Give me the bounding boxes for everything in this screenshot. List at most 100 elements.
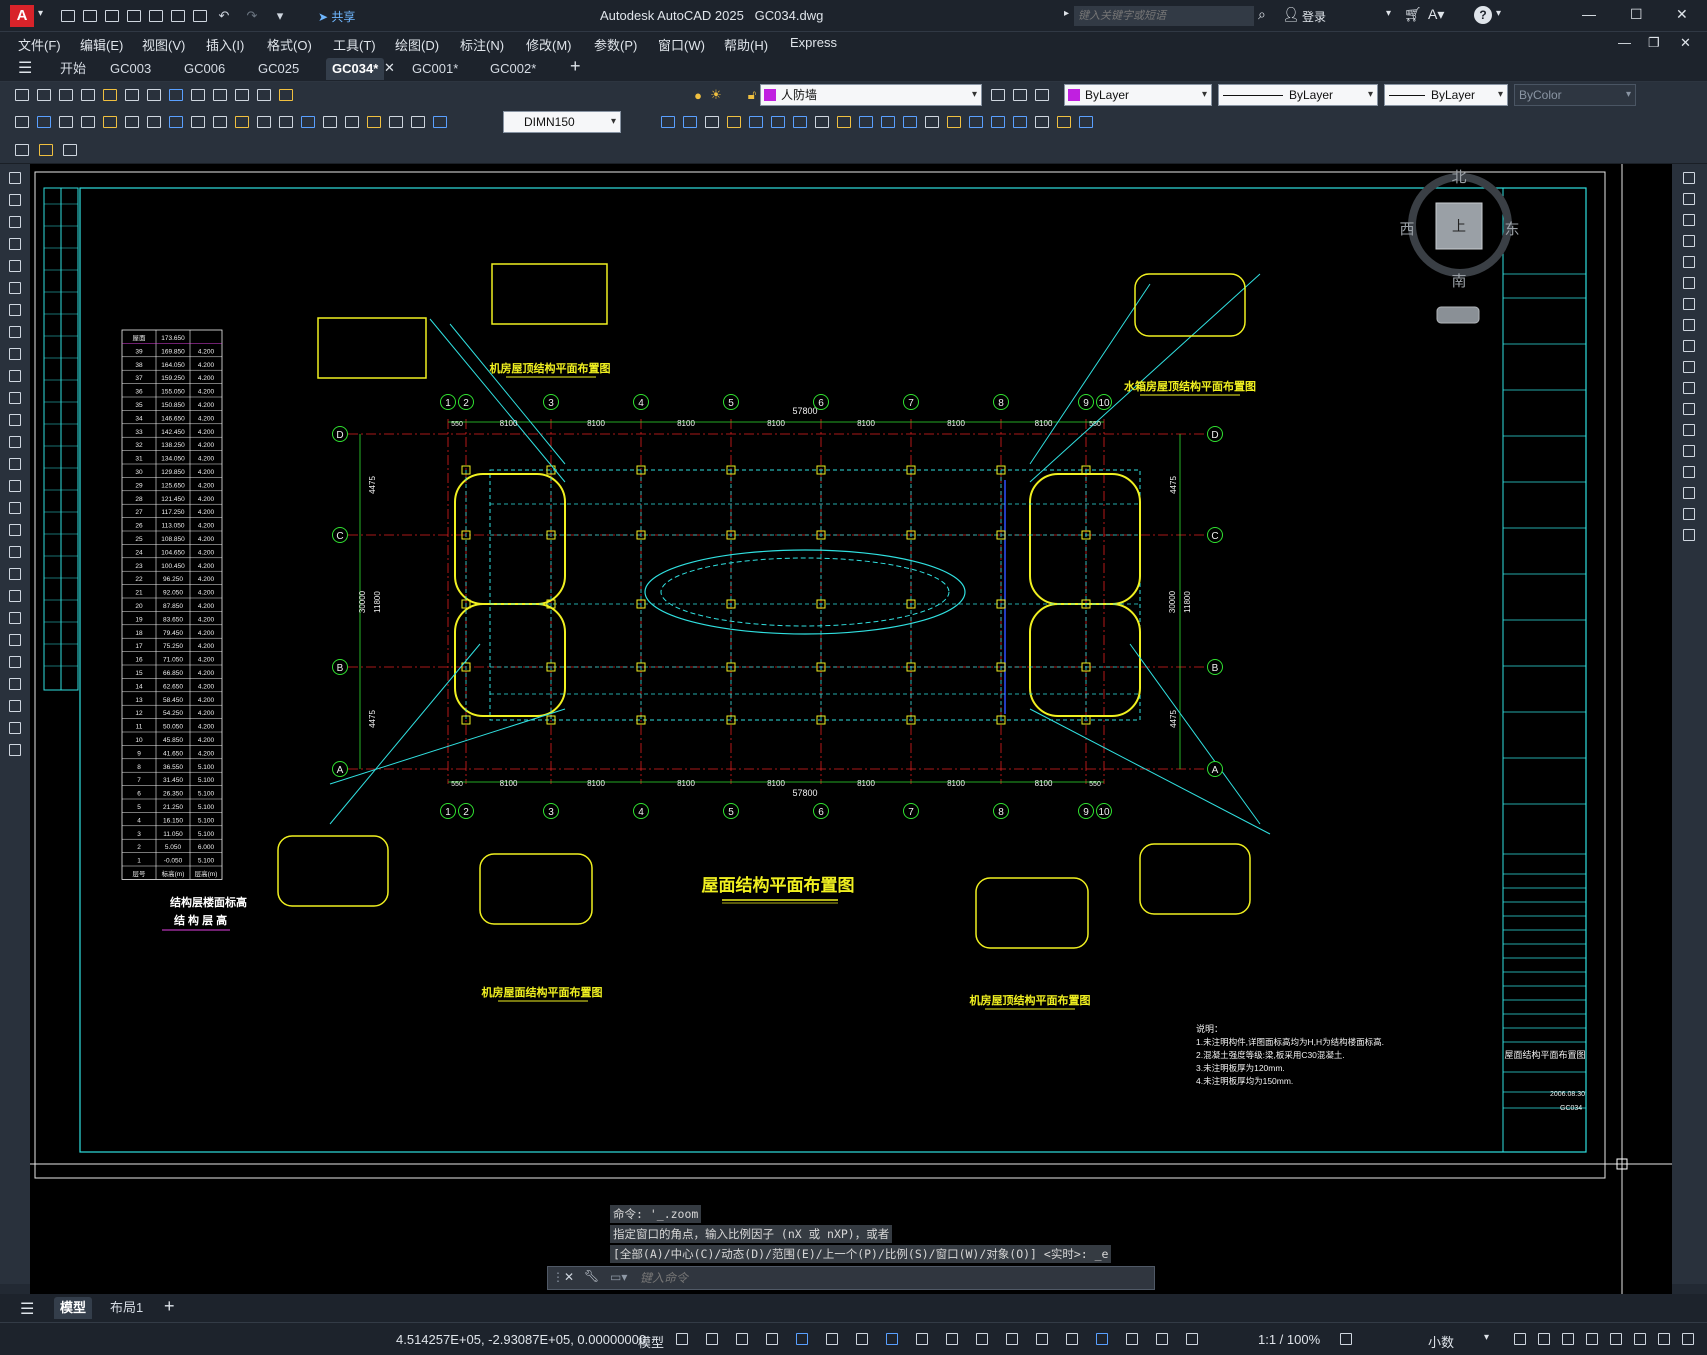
open-file-icon[interactable] <box>80 6 100 26</box>
grid-icon[interactable] <box>672 1329 692 1349</box>
modify-tool-icon-7[interactable] <box>1679 294 1699 314</box>
open-web-icon[interactable] <box>146 6 166 26</box>
layer-combo[interactable]: 人防墙 ▾ <box>760 84 982 106</box>
dimension-tool-icon-16[interactable] <box>342 112 362 132</box>
drawing-svg[interactable]: 屋面结构平面布置图 2006.08.30 GC034 屋面 173.65039 16… <box>30 164 1672 1294</box>
3d-osnap-icon[interactable] <box>1032 1329 1052 1349</box>
layer-state-icon[interactable] <box>1010 85 1030 105</box>
modify-tool-icon-4[interactable] <box>1679 231 1699 251</box>
dimension-tool-icon-18[interactable] <box>386 112 406 132</box>
menu-express[interactable]: Express <box>790 35 837 50</box>
command-input[interactable] <box>640 1268 1140 1288</box>
layer-bulb-icon[interactable]: ● <box>688 85 708 105</box>
modeling-tool-icon-14[interactable] <box>944 112 964 132</box>
modeling-tool-icon-5[interactable] <box>746 112 766 132</box>
draw-tool-icon-10[interactable] <box>5 366 25 386</box>
make-current-icon[interactable] <box>1032 85 1052 105</box>
modeling-tool-icon-19[interactable] <box>1054 112 1074 132</box>
dimension-tool-icon-17[interactable] <box>364 112 384 132</box>
tab-gc025[interactable]: GC025 <box>252 58 305 80</box>
dimension-tool-icon-3[interactable] <box>56 112 76 132</box>
tab-gc034[interactable]: GC034* <box>326 58 385 80</box>
draw-tool-icon-14[interactable] <box>5 454 25 474</box>
standard-tool-icon-4[interactable] <box>78 85 98 105</box>
modify-tool-icon-1[interactable] <box>1679 168 1699 188</box>
modify-tool-icon-13[interactable] <box>1679 420 1699 440</box>
dimension-tool-icon-5[interactable] <box>100 112 120 132</box>
standard-tool-icon-3[interactable] <box>56 85 76 105</box>
dimension-tool-icon-11[interactable] <box>232 112 252 132</box>
save-icon[interactable] <box>102 6 122 26</box>
modify-tool-icon-6[interactable] <box>1679 273 1699 293</box>
color-combo[interactable]: ByLayer ▾ <box>1064 84 1212 106</box>
modeling-tool-icon-16[interactable] <box>988 112 1008 132</box>
markup-icon[interactable] <box>60 140 80 160</box>
tab-gc002[interactable]: GC002* <box>484 58 542 80</box>
model-space-button[interactable]: 模型 <box>638 1332 664 1351</box>
draw-tool-icon-4[interactable] <box>5 234 25 254</box>
tab-layout1[interactable]: 布局1 <box>104 1297 149 1319</box>
draw-tool-icon-25[interactable] <box>5 696 25 716</box>
standard-tool-icon-11[interactable] <box>232 85 252 105</box>
draw-tool-icon-3[interactable] <box>5 212 25 232</box>
draw-tool-icon-22[interactable] <box>5 630 25 650</box>
draw-tool-icon-21[interactable] <box>5 608 25 628</box>
dynamic-ucs-icon[interactable] <box>1062 1329 1082 1349</box>
save-as-icon[interactable] <box>124 6 144 26</box>
modeling-tool-icon-2[interactable] <box>680 112 700 132</box>
selection-cycling-icon[interactable] <box>1002 1329 1022 1349</box>
polar-icon[interactable] <box>822 1329 842 1349</box>
viewcube-east[interactable]: 东 <box>1504 221 1519 238</box>
menu-draw[interactable]: 绘图(D) <box>395 35 439 54</box>
tab-gc006[interactable]: GC006 <box>178 58 231 80</box>
hamburger-icon[interactable]: ☰ <box>18 58 32 78</box>
modify-tool-icon-10[interactable] <box>1679 357 1699 377</box>
app-menu-arrow-icon[interactable]: ▾ <box>38 8 43 19</box>
draw-tool-icon-20[interactable] <box>5 586 25 606</box>
doc-close-icon[interactable]: ✕ <box>1680 35 1691 51</box>
draw-tool-icon-7[interactable] <box>5 300 25 320</box>
modify-tool-icon-12[interactable] <box>1679 399 1699 419</box>
menu-tools[interactable]: 工具(T) <box>333 35 376 54</box>
modeling-tool-icon-10[interactable] <box>856 112 876 132</box>
dimstyle-combo[interactable]: DIMN150 ▾ <box>503 111 621 133</box>
modeling-tool-icon-6[interactable] <box>768 112 788 132</box>
standard-tool-icon-13[interactable] <box>276 85 296 105</box>
dimension-tool-icon-15[interactable] <box>320 112 340 132</box>
redo-icon[interactable]: ↷ <box>242 6 262 26</box>
qat-more-icon[interactable]: ▾ <box>270 6 290 26</box>
command-close-icon[interactable]: ✕ <box>564 1270 574 1284</box>
quick-properties-icon[interactable] <box>1558 1329 1578 1349</box>
menu-window[interactable]: 窗口(W) <box>658 35 705 54</box>
units-button[interactable]: 小数 <box>1428 1332 1454 1351</box>
osnap-track-icon[interactable] <box>882 1329 902 1349</box>
drawing-canvas[interactable]: 屋面结构平面布置图 2006.08.30 GC034 屋面 173.650 39 16… <box>30 164 1672 1294</box>
modify-tool-icon-15[interactable] <box>1679 462 1699 482</box>
modeling-tool-icon-18[interactable] <box>1032 112 1052 132</box>
draw-tool-icon-1[interactable] <box>5 168 25 188</box>
draw-tool-icon-27[interactable] <box>5 740 25 760</box>
tab-gc001[interactable]: GC001* <box>406 58 464 80</box>
draw-tool-icon-11[interactable] <box>5 388 25 408</box>
menu-file[interactable]: 文件(F) <box>18 35 61 54</box>
help-arrow-icon[interactable]: ▾ <box>1496 8 1501 19</box>
modeling-tool-icon-12[interactable] <box>900 112 920 132</box>
isolate-icon[interactable] <box>1606 1329 1626 1349</box>
modify-tool-icon-9[interactable] <box>1679 336 1699 356</box>
transparency-icon[interactable] <box>972 1329 992 1349</box>
dimension-tool-icon-19[interactable] <box>408 112 428 132</box>
modeling-tool-icon-7[interactable] <box>790 112 810 132</box>
viewcube[interactable]: 上 北 南 西 东 <box>1399 169 1520 324</box>
dimension-tool-icon-12[interactable] <box>254 112 274 132</box>
standard-tool-icon-12[interactable] <box>254 85 274 105</box>
draw-tool-icon-9[interactable] <box>5 344 25 364</box>
draw-tool-icon-13[interactable] <box>5 432 25 452</box>
command-grip-icon[interactable]: ⋮ <box>552 1270 564 1284</box>
dimension-tool-icon-6[interactable] <box>122 112 142 132</box>
tab-model[interactable]: 模型 <box>54 1297 93 1319</box>
close-icon[interactable]: ✕ <box>1676 6 1688 23</box>
doc-restore-icon[interactable]: ❐ <box>1648 35 1660 51</box>
dimension-tool-icon-2[interactable] <box>34 112 54 132</box>
help-icon[interactable]: ? <box>1474 6 1492 24</box>
coordinate-readout[interactable]: 4.514257E+05, -2.93087E+05, 0.00000000 <box>396 1332 646 1347</box>
